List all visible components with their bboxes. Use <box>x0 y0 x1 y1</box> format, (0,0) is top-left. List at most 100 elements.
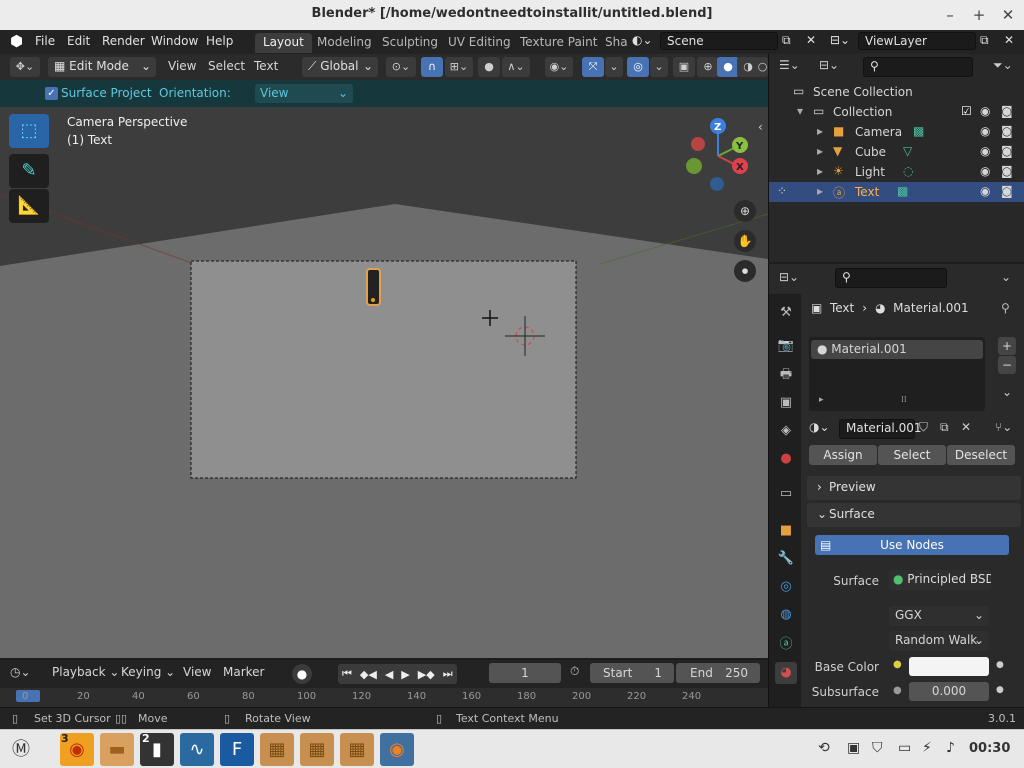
tab-uv-editing[interactable]: UV Editing <box>440 33 519 53</box>
overlays-dropdown-icon[interactable]: ⌄ <box>650 57 668 77</box>
measure-tool-icon[interactable]: 📐 <box>9 189 49 223</box>
select-button[interactable]: Select <box>878 445 946 465</box>
3d-viewport[interactable]: ✥⌄ ▦ Edit Mode ⌄ View Select Text ⟋ Globa… <box>0 54 768 658</box>
clock-icon[interactable]: ⏱ <box>570 664 579 679</box>
eye-icon[interactable]: ◉ <box>980 144 990 158</box>
outliner-search-input[interactable]: ⚲ <box>863 57 973 77</box>
object-tab-icon[interactable]: ■ <box>775 520 797 542</box>
remove-scene-icon[interactable]: ✕ <box>806 33 816 47</box>
base-color-swatch[interactable] <box>909 657 989 676</box>
pin-icon[interactable]: ⚲ <box>1001 301 1010 315</box>
editor-type-icon[interactable]: ✥⌄ <box>10 57 40 77</box>
updates-tray-icon[interactable]: ⟲ <box>818 740 830 756</box>
outliner-row-camera[interactable]: ▸ ■ Camera ▩ ◉ ◙ <box>769 122 1024 142</box>
files-folder-icon[interactable]: ▬ <box>100 733 134 766</box>
text-data-icon[interactable]: ▩ <box>897 184 908 198</box>
filter-icon[interactable]: ⏷⌄ <box>993 58 1013 73</box>
record-keyframe-icon[interactable]: ● <box>292 664 312 684</box>
properties-search-input[interactable]: ⚲ <box>835 268 947 288</box>
mode-dropdown[interactable]: ▦ Edit Mode ⌄ <box>48 57 156 77</box>
keyframe-dot-icon[interactable]: ● <box>996 660 1004 670</box>
jump-end-icon[interactable]: ⏭ <box>443 667 453 681</box>
fake-user-icon[interactable]: ⛉ <box>919 420 928 435</box>
world-tab-icon[interactable]: ● <box>775 448 797 470</box>
select-box-tool-icon[interactable]: ⬚ <box>9 114 49 148</box>
material-name-field[interactable]: Material.001 <box>839 419 921 439</box>
gizmo-dropdown-icon[interactable]: ⌄ <box>605 57 623 77</box>
material-slot-list[interactable]: ● Material.001 ▸ ⁞⁞ <box>809 337 985 411</box>
deselect-button[interactable]: Deselect <box>947 445 1015 465</box>
menu-window[interactable]: Window <box>151 34 198 48</box>
falloff-icon[interactable]: ∧⌄ <box>502 57 530 77</box>
package-icon-2[interactable]: ▦ <box>300 733 334 766</box>
camera-render-icon[interactable]: ◙ <box>1001 124 1013 138</box>
minimize-button[interactable]: – <box>940 5 960 25</box>
viewport-menu-text[interactable]: Text <box>254 59 278 73</box>
blender-taskbar-icon[interactable]: ◉ <box>380 733 414 766</box>
scene-tab-icon[interactable]: ◈ <box>775 420 797 442</box>
snap-icon[interactable]: ∩ <box>421 57 443 77</box>
next-keyframe-icon[interactable]: ▶◆ <box>418 668 435 681</box>
timeline-menu-view[interactable]: View <box>183 665 211 679</box>
clipboard-tray-icon[interactable]: ▣ <box>847 740 860 756</box>
network-tray-icon[interactable]: ⚡ <box>922 740 932 756</box>
edit-mode-icon[interactable]: ⁘ <box>777 184 787 198</box>
assign-button[interactable]: Assign <box>809 445 877 465</box>
xray-icon[interactable]: ▣ <box>673 57 695 77</box>
prev-keyframe-icon[interactable]: ◆◀ <box>360 668 377 681</box>
sidebar-toggle-icon[interactable]: ‹ <box>758 120 763 134</box>
proportional-edit-icon[interactable]: ● <box>478 57 500 77</box>
pivot-point-icon[interactable]: ⊙⌄ <box>386 57 416 77</box>
battery-tray-icon[interactable]: ▭ <box>898 740 911 756</box>
pan-hand-icon[interactable]: ✋ <box>734 230 756 252</box>
properties-options-icon[interactable]: ⌄ <box>1001 270 1011 284</box>
jump-start-icon[interactable]: ⏮ <box>342 667 352 681</box>
use-nodes-button[interactable]: ▤ Use Nodes <box>815 535 1009 555</box>
snap-target-icon[interactable]: ⊞⌄ <box>445 57 473 77</box>
view-layer-field[interactable]: ViewLayer <box>858 32 976 50</box>
navigation-gizmo[interactable]: Z Y X <box>680 116 760 196</box>
viewport-menu-view[interactable]: View <box>168 59 196 73</box>
tool-tab-icon[interactable]: ⚒ <box>775 302 797 324</box>
gizmo-toggle-icon[interactable]: ⤧ <box>582 57 604 77</box>
rendered-shading-icon[interactable]: ○ <box>757 57 768 77</box>
expand-chevron-icon[interactable]: ▾ <box>797 104 803 118</box>
eye-icon[interactable]: ◉ <box>980 124 990 138</box>
color-socket-icon[interactable]: ● <box>893 659 902 670</box>
menu-render[interactable]: Render <box>102 34 145 48</box>
current-frame-field[interactable]: 1 <box>489 663 561 683</box>
tab-modeling[interactable]: Modeling <box>309 33 380 53</box>
view-layer-icon[interactable]: ⊟⌄ <box>830 33 850 47</box>
value-socket-icon[interactable]: ● <box>893 685 902 696</box>
modifier-tab-icon[interactable]: 🔧 <box>775 548 797 570</box>
scene-name-field[interactable]: Scene <box>660 32 778 50</box>
visibility-icon[interactable]: ◉⌄ <box>545 57 573 77</box>
eye-icon[interactable]: ◉ <box>980 164 990 178</box>
clock[interactable]: 00:30 <box>969 741 1010 756</box>
overlays-toggle-icon[interactable]: ◎ <box>627 57 649 77</box>
timeline-ruler[interactable]: 0 20 40 60 80 100 120 140 160 180 200 220 240 <box>0 688 768 707</box>
tab-shading[interactable]: Sha <box>597 33 636 53</box>
remove-slot-button[interactable]: − <box>998 356 1016 374</box>
shield-tray-icon[interactable]: ⛉ <box>872 740 883 756</box>
outliner-row-cube[interactable]: ▸ ▼ Cube ▽ ◉ ◙ <box>769 142 1024 162</box>
close-button[interactable]: ✕ <box>998 5 1018 25</box>
wireframe-shading-icon[interactable]: ⊕ <box>697 57 719 77</box>
distribution-dropdown[interactable]: GGX ⌄ <box>889 606 989 626</box>
preview-panel-header[interactable]: › Preview <box>807 476 1021 500</box>
light-data-icon[interactable]: ◌ <box>903 164 913 178</box>
list-expand-icon[interactable]: ▸ <box>819 395 824 405</box>
outliner-editor-type-icon[interactable]: ☰⌄ <box>779 58 800 72</box>
tab-layout[interactable]: Layout <box>255 33 312 53</box>
properties-editor-type-icon[interactable]: ⊟⌄ <box>779 270 799 284</box>
collection-checkbox-icon[interactable]: ☑ <box>961 104 972 118</box>
annotate-tool-icon[interactable]: ✎ <box>9 154 49 188</box>
expand-chevron-icon[interactable]: ▸ <box>817 184 823 198</box>
physics-tab-icon[interactable]: ◍ <box>775 604 797 626</box>
material-shading-icon[interactable]: ◑ <box>737 57 759 77</box>
outliner-row-collection[interactable]: ▾ ▭ Collection ☑ ◉ ◙ <box>769 102 1024 122</box>
sound-tray-icon[interactable]: ♪ <box>946 740 955 756</box>
package-icon[interactable]: ▦ <box>260 733 294 766</box>
add-slot-button[interactable]: + <box>998 337 1016 355</box>
subsurface-value-field[interactable]: 0.000 <box>909 682 989 701</box>
